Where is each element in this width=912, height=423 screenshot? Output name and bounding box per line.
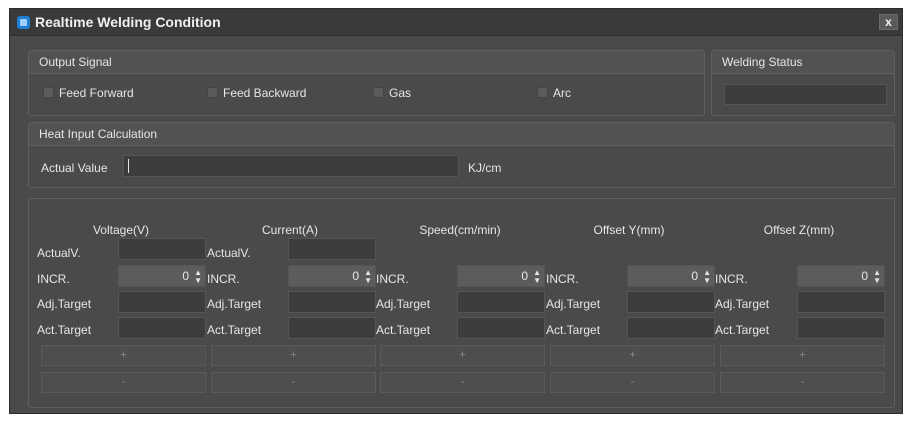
adj-target-label: Adj.Target bbox=[37, 297, 92, 311]
column-header-voltage: Voltage(V) bbox=[92, 223, 150, 237]
speed-act-target-field bbox=[457, 317, 545, 339]
incr-label: INCR. bbox=[37, 272, 70, 286]
act-target-label: Act.Target bbox=[37, 323, 92, 337]
current-actual-field bbox=[288, 238, 376, 260]
speed-adj-target-field bbox=[457, 291, 545, 313]
adj-target-label: Adj.Target bbox=[207, 297, 262, 311]
offset-y-adj-target-field bbox=[627, 291, 715, 313]
act-target-label: Act.Target bbox=[546, 323, 601, 337]
spinner-value: 0 bbox=[352, 269, 359, 283]
checkbox-label: Gas bbox=[389, 86, 412, 100]
app-icon bbox=[17, 16, 30, 29]
spinner-arrows-icon[interactable]: ▲ ▼ bbox=[533, 269, 541, 285]
spinner-value: 0 bbox=[861, 269, 868, 283]
voltage-minus-button[interactable]: - bbox=[41, 372, 206, 393]
spinner-arrows-icon[interactable]: ▲ ▼ bbox=[364, 269, 372, 285]
column-header-speed: Speed(cm/min) bbox=[419, 223, 501, 237]
checkbox-box[interactable] bbox=[43, 87, 54, 98]
output-signal-group: Output Signal Feed Forward Feed Backward… bbox=[28, 50, 705, 116]
heat-input-title: Heat Input Calculation bbox=[39, 127, 158, 141]
adj-target-label: Adj.Target bbox=[546, 297, 601, 311]
adj-target-label: Adj.Target bbox=[376, 297, 431, 311]
voltage-plus-button[interactable]: + bbox=[41, 345, 206, 366]
act-target-label: Act.Target bbox=[715, 323, 770, 337]
incr-label: INCR. bbox=[715, 272, 748, 286]
current-minus-button[interactable]: - bbox=[211, 372, 376, 393]
current-act-target-field bbox=[288, 317, 376, 339]
actual-label: ActualV. bbox=[207, 246, 251, 260]
text-cursor bbox=[128, 159, 129, 173]
checkbox-box[interactable] bbox=[207, 87, 218, 98]
offset-z-minus-button[interactable]: - bbox=[720, 372, 885, 393]
current-incr-spinner[interactable]: 0 ▲ ▼ bbox=[288, 265, 376, 287]
spinner-arrows-icon[interactable]: ▲ ▼ bbox=[873, 269, 881, 285]
column-header-offset-y: Offset Y(mm) bbox=[593, 223, 665, 237]
checkbox-label: Feed Forward bbox=[59, 86, 134, 100]
spinner-value: 0 bbox=[521, 269, 528, 283]
unit-label: KJ/cm bbox=[468, 161, 502, 175]
voltage-act-target-field bbox=[118, 317, 206, 339]
voltage-actual-field bbox=[118, 238, 206, 260]
checkbox-box[interactable] bbox=[373, 87, 384, 98]
offset-z-adj-target-field bbox=[797, 291, 885, 313]
spinner-arrows-icon[interactable]: ▲ ▼ bbox=[703, 269, 711, 285]
checkbox-label: Feed Backward bbox=[223, 86, 307, 100]
current-adj-target-field bbox=[288, 291, 376, 313]
actual-value-label: Actual Value bbox=[41, 161, 108, 175]
spinner-arrows-icon[interactable]: ▲ ▼ bbox=[194, 269, 202, 285]
act-target-label: Act.Target bbox=[207, 323, 262, 337]
close-button[interactable]: x bbox=[879, 14, 898, 30]
actual-label: ActualV. bbox=[37, 246, 81, 260]
offset-y-minus-button[interactable]: - bbox=[550, 372, 715, 393]
welding-status-header: Welding Status bbox=[712, 51, 894, 74]
spinner-value: 0 bbox=[691, 269, 698, 283]
output-signal-header: Output Signal bbox=[29, 51, 704, 74]
offset-z-incr-spinner[interactable]: 0 ▲ ▼ bbox=[797, 265, 885, 287]
offset-z-plus-button[interactable]: + bbox=[720, 345, 885, 366]
act-target-label: Act.Target bbox=[376, 323, 431, 337]
realtime-welding-window: Realtime Welding Condition x Output Sign… bbox=[9, 8, 903, 414]
speed-minus-button[interactable]: - bbox=[380, 372, 545, 393]
checkbox-label: Arc bbox=[553, 86, 571, 100]
offset-z-act-target-field bbox=[797, 317, 885, 339]
window-title: Realtime Welding Condition bbox=[35, 14, 221, 30]
output-signal-title: Output Signal bbox=[39, 55, 112, 69]
heat-input-header: Heat Input Calculation bbox=[29, 123, 894, 146]
offset-y-act-target-field bbox=[627, 317, 715, 339]
actual-value-input[interactable] bbox=[123, 155, 459, 177]
heat-input-group: Heat Input Calculation Actual Value KJ/c… bbox=[28, 122, 895, 188]
adj-target-label: Adj.Target bbox=[715, 297, 770, 311]
incr-label: INCR. bbox=[546, 272, 579, 286]
welding-status-field bbox=[724, 84, 887, 105]
welding-status-title: Welding Status bbox=[722, 55, 803, 69]
title-bar[interactable]: Realtime Welding Condition x bbox=[10, 9, 902, 36]
voltage-incr-spinner[interactable]: 0 ▲ ▼ bbox=[118, 265, 206, 287]
welding-status-group: Welding Status bbox=[711, 50, 895, 116]
incr-label: INCR. bbox=[376, 272, 409, 286]
spinner-value: 0 bbox=[182, 269, 189, 283]
checkbox-box[interactable] bbox=[537, 87, 548, 98]
column-header-offset-z: Offset Z(mm) bbox=[763, 223, 835, 237]
speed-plus-button[interactable]: + bbox=[380, 345, 545, 366]
voltage-adj-target-field bbox=[118, 291, 206, 313]
speed-incr-spinner[interactable]: 0 ▲ ▼ bbox=[457, 265, 545, 287]
incr-label: INCR. bbox=[207, 272, 240, 286]
column-header-current: Current(A) bbox=[261, 223, 318, 237]
offset-y-incr-spinner[interactable]: 0 ▲ ▼ bbox=[627, 265, 715, 287]
offset-y-plus-button[interactable]: + bbox=[550, 345, 715, 366]
current-plus-button[interactable]: + bbox=[211, 345, 376, 366]
